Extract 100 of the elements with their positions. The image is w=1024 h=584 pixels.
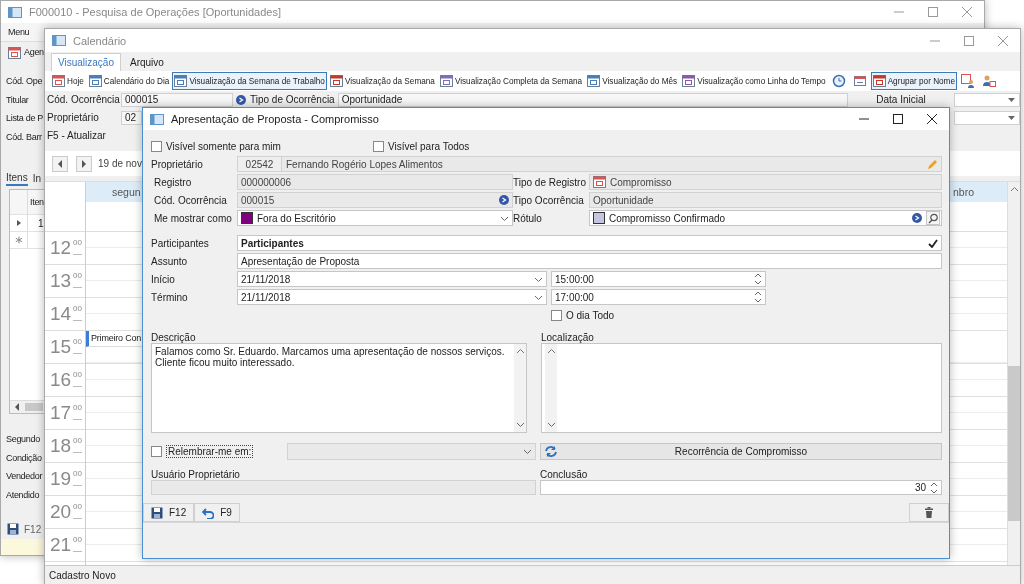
owner-code: 02542 <box>238 157 282 171</box>
scroll-up-icon <box>546 347 556 355</box>
hour-label: 21 <box>49 535 72 555</box>
spinner-icon[interactable] <box>930 481 938 494</box>
hour-label: 14 <box>49 304 72 324</box>
undo-icon <box>202 506 215 519</box>
scrollbar[interactable] <box>10 400 44 413</box>
field-label: Descrição <box>151 331 197 343</box>
appointment[interactable]: Primeiro Con <box>86 331 143 347</box>
spinner-icon[interactable] <box>754 291 762 303</box>
field-label: Término <box>151 290 189 305</box>
previous-button[interactable] <box>52 155 68 172</box>
info-icon[interactable] <box>912 213 922 223</box>
text-field[interactable]: Compromisso <box>589 174 942 190</box>
tab[interactable]: Visualização <box>51 53 121 71</box>
toolbar-button[interactable]: Hoje <box>50 72 86 90</box>
text-field[interactable]: 000015 <box>237 192 513 208</box>
calendar-icon <box>439 74 453 88</box>
minimize-icon <box>858 118 870 120</box>
toolbar-button[interactable]: Visualização da Semana <box>327 72 437 90</box>
next-button[interactable] <box>76 155 92 172</box>
text-field[interactable]: Oportunidade <box>337 92 848 107</box>
clock-icon[interactable] <box>831 74 846 88</box>
date-field[interactable]: 21/11/2018 <box>237 289 547 305</box>
check-icon <box>928 238 938 248</box>
undo-button[interactable]: F9 <box>194 503 240 522</box>
dropdown-field[interactable] <box>954 110 1020 125</box>
date-field[interactable]: 21/11/2018 <box>237 271 547 287</box>
hour-label: 19 <box>49 469 72 489</box>
text-area[interactable]: Falamos como Sr. Eduardo. Marcamos uma apresentação de nossos serviços. Cliente ficou muito interessado. <box>151 343 527 433</box>
toolbar-button[interactable]: Calendário do Dia <box>86 72 172 90</box>
search-button[interactable] <box>926 211 940 225</box>
checkbox[interactable] <box>151 140 162 152</box>
calendar-icon <box>587 74 601 88</box>
checkbox[interactable] <box>373 140 384 152</box>
status-text: Cadastro Novo <box>49 570 116 581</box>
refresh-icon <box>544 445 558 458</box>
toolbar-button[interactable]: Agrupar por Nome <box>870 72 957 90</box>
dropdown-field[interactable] <box>954 92 1020 107</box>
shortcut-hint: F5 - Atualizar <box>46 130 107 141</box>
maximize-icon <box>963 34 975 47</box>
toolbar-button[interactable]: Visualização como Linha do Tempo <box>680 72 828 90</box>
time-field[interactable]: 15:00:00 <box>551 271 766 287</box>
search-icon <box>927 212 939 224</box>
minute-label: 00 <box>73 238 82 255</box>
minute-label: 00 <box>73 436 82 453</box>
scrollbar[interactable] <box>545 344 557 432</box>
dropdown-field[interactable]: Participantes <box>237 235 942 251</box>
recurrence-button[interactable]: Recorrência de Compromisso <box>540 443 942 460</box>
save-button[interactable]: F12 <box>143 503 195 522</box>
day-header: segun <box>112 186 141 198</box>
minimize-icon <box>929 39 941 42</box>
info-icon[interactable] <box>236 94 246 105</box>
delete-button[interactable] <box>909 503 949 522</box>
field-value: Participantes <box>241 237 304 249</box>
dropdown-field[interactable]: Compromisso Confirmado <box>589 210 942 226</box>
tab[interactable]: Itens <box>6 170 28 186</box>
dropdown-field[interactable]: Fora do Escritório <box>237 210 513 226</box>
time-field[interactable]: 17:00:00 <box>551 289 766 305</box>
spinner-icon[interactable] <box>754 273 762 285</box>
text-field[interactable]: Oportunidade <box>589 192 942 208</box>
minute-label: 00 <box>73 403 82 420</box>
field-label: Registro <box>154 175 193 190</box>
owner-field[interactable]: 02542 Fernando Rogério Lopes Alimentos <box>237 156 942 172</box>
text-field[interactable]: 000000006 <box>237 174 513 190</box>
minute-label: 00 <box>73 370 82 387</box>
field-label: Conclusão <box>540 468 589 480</box>
people-icon[interactable] <box>982 74 996 88</box>
menu-item[interactable]: Menu <box>8 27 30 37</box>
toolbar-button[interactable]: Visualização da Semana de Trabalho <box>172 72 327 90</box>
tab[interactable]: Arquivo <box>122 53 171 71</box>
new-row-icon <box>14 236 23 244</box>
text-field[interactable]: Apresentação de Proposta <box>237 253 942 269</box>
tab[interactable]: In <box>32 170 42 186</box>
owner-name: Fernando Rogério Lopes Alimentos <box>286 158 443 170</box>
checkbox-label: O dia Todo <box>566 309 615 321</box>
calendar-icon[interactable] <box>852 74 867 88</box>
close-icon <box>926 113 938 125</box>
toolbar-button[interactable]: Visualização do Mês <box>585 72 680 90</box>
calendar-person-icon[interactable] <box>961 74 975 88</box>
hour-label: 16 <box>49 370 72 390</box>
minute-label: 00 <box>73 337 82 354</box>
checkbox[interactable] <box>151 446 162 457</box>
pencil-icon[interactable] <box>927 158 938 170</box>
field-label: Assunto <box>151 254 189 269</box>
maximize-icon <box>927 6 939 18</box>
field-label: Tipo de Registro <box>513 175 587 190</box>
checkbox[interactable] <box>551 309 562 321</box>
hour-label: 20 <box>49 502 72 522</box>
scrollbar[interactable] <box>514 344 526 432</box>
save-button[interactable]: F12 <box>5 523 44 535</box>
toolbar-button[interactable]: Visualização Completa da Semana <box>437 72 585 90</box>
number-field[interactable]: 30 <box>540 480 942 495</box>
text-field[interactable]: 02 <box>121 110 142 125</box>
toolbar-button[interactable]: Agen <box>7 45 45 59</box>
info-icon[interactable] <box>499 195 509 205</box>
field-label: Localização <box>541 331 595 343</box>
field-label: Me mostrar como <box>154 211 233 226</box>
scrollbar[interactable] <box>1007 182 1020 565</box>
text-field[interactable]: 000015 <box>121 92 233 107</box>
